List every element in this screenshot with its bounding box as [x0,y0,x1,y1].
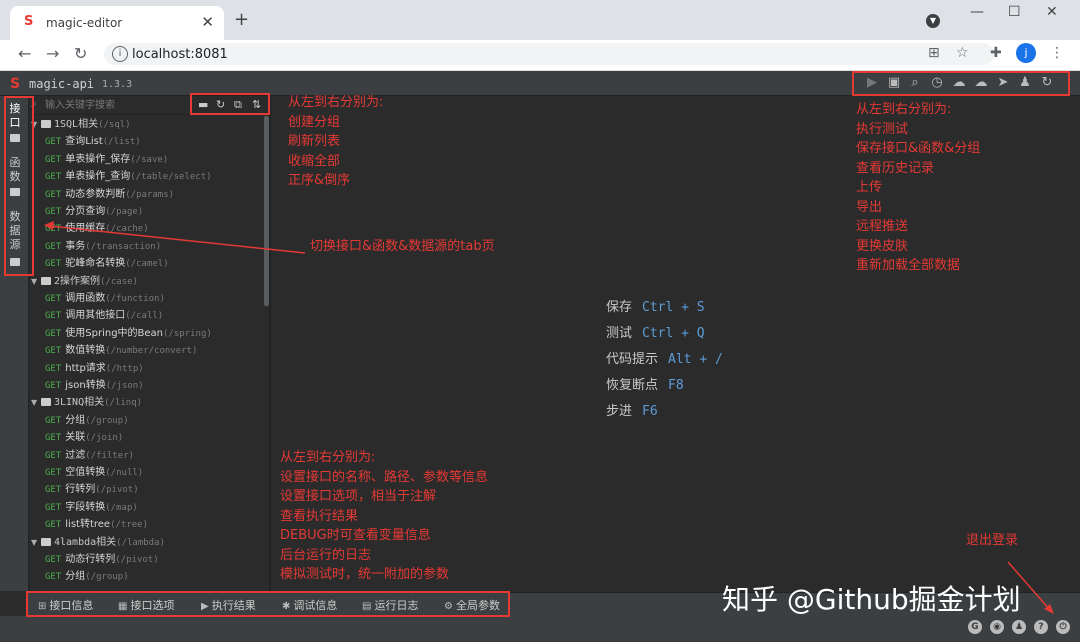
arrow-head [44,221,54,230]
annotation-top-tools: 从左到右分别为: 执行测试 保存接口&函数&分组 查看历史记录 上传 导出 远程… [856,102,981,273]
annotation-logout: 退出登录 [966,533,1019,548]
annotation-tabs-note: 切换接口&函数&数据源的tab页 [310,239,495,254]
watermark: 知乎 @Github掘金计划 [722,583,1021,616]
annotation-tree-tools: 从左到右分别为: 创建分组 刷新列表 收缩全部 正序&倒序 [288,95,384,188]
annotation-arrow-tabs [49,225,306,254]
annotation-bottom-tools: 从左到右分别为: 设置接口的名称、路径、参数等信息 设置接口选项，相当于注解 查… [280,450,489,582]
annotation-arrows [44,221,1054,614]
